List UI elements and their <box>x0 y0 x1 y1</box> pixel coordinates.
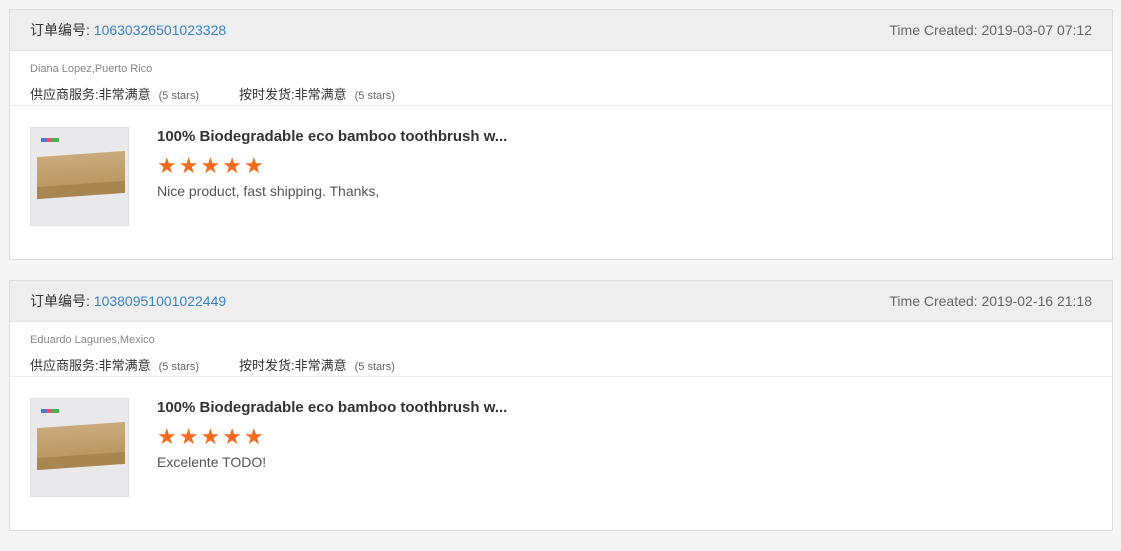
order-header: 订单编号: 10630326501023328 Time Created: 20… <box>10 10 1112 51</box>
product-thumbnail[interactable] <box>30 398 129 497</box>
review-text: Excelente TODO! <box>157 454 267 470</box>
seller-ratings: 供应商服务: 非常满意 (5 stars) 按时发货: 非常满意 (5 star… <box>30 84 1092 103</box>
star-icon: ★ <box>200 153 221 178</box>
supplier-service-stars: (5 stars) <box>158 361 199 373</box>
time-created: Time Created: 2019-02-16 21:18 <box>889 293 1092 309</box>
product-info: 100% Biodegradable eco bamboo toothbrush… <box>157 398 507 497</box>
shipping-stars: (5 stars) <box>354 90 395 102</box>
star-icon: ★ <box>178 153 199 178</box>
star-icon: ★ <box>200 424 221 449</box>
product-thumbnail[interactable] <box>30 127 129 226</box>
supplier-service-value: 非常满意 <box>98 358 151 373</box>
product-title[interactable]: 100% Biodegradable eco bamboo toothbrush… <box>157 399 507 416</box>
product-section: 100% Biodegradable eco bamboo toothbrush… <box>10 377 1112 518</box>
star-icon: ★ <box>157 424 177 449</box>
feedback-list: 订单编号: 10630326501023328 Time Created: 20… <box>9 9 1113 551</box>
review-text: Nice product, fast shipping. Thanks, <box>157 183 380 199</box>
brand-logo-icon <box>41 409 59 413</box>
supplier-service-value: 非常满意 <box>98 87 151 102</box>
order-number: 订单编号: 10380951001022449 <box>30 291 226 311</box>
shipping-label: 按时发货: <box>238 358 295 373</box>
product-title[interactable]: 100% Biodegradable eco bamboo toothbrush… <box>157 128 507 145</box>
supplier-service-label: 供应商服务: <box>30 87 99 102</box>
supplier-service-rating: 供应商服务: 非常满意 (5 stars) <box>30 355 199 374</box>
shipping-rating: 按时发货: 非常满意 (5 stars) <box>239 84 395 103</box>
buyer-section: Eduardo Lagunes,Mexico 供应商服务: 非常满意 (5 st… <box>10 322 1112 377</box>
star-icon: ★ <box>222 424 242 449</box>
supplier-service-stars: (5 stars) <box>158 90 199 102</box>
order-id-link[interactable]: 10380951001022449 <box>94 293 226 309</box>
order-label: 订单编号: <box>30 22 90 38</box>
star-rating: ★ ★ ★ ★ ★ <box>157 424 507 449</box>
shipping-stars: (5 stars) <box>354 361 395 373</box>
supplier-service-rating: 供应商服务: 非常满意 (5 stars) <box>30 84 199 103</box>
shipping-label: 按时发货: <box>238 87 295 102</box>
order-header: 订单编号: 10380951001022449 Time Created: 20… <box>10 281 1112 322</box>
supplier-service-label: 供应商服务: <box>30 358 99 373</box>
shipping-value: 非常满意 <box>294 358 347 373</box>
order-number: 订单编号: 10630326501023328 <box>30 20 226 40</box>
star-icon: ★ <box>243 153 264 178</box>
product-section: 100% Biodegradable eco bamboo toothbrush… <box>10 106 1112 247</box>
shipping-rating: 按时发货: 非常满意 (5 stars) <box>239 355 395 374</box>
star-icon: ★ <box>157 153 177 178</box>
shipping-value: 非常满意 <box>294 87 347 102</box>
order-id-link[interactable]: 10630326501023328 <box>94 22 226 38</box>
time-created: Time Created: 2019-03-07 07:12 <box>889 22 1092 38</box>
buyer-name-country: Diana Lopez,Puerto Rico <box>30 63 153 75</box>
order-label: 订单编号: <box>30 293 90 309</box>
star-icon: ★ <box>243 424 264 449</box>
buyer-section: Diana Lopez,Puerto Rico 供应商服务: 非常满意 (5 s… <box>10 51 1112 106</box>
brand-logo-icon <box>41 138 59 142</box>
order-card: 订单编号: 10630326501023328 Time Created: 20… <box>9 9 1113 260</box>
star-rating: ★ ★ ★ ★ ★ <box>157 153 507 178</box>
order-card: 订单编号: 10380951001022449 Time Created: 20… <box>9 280 1113 531</box>
star-icon: ★ <box>222 153 242 178</box>
buyer-name-country: Eduardo Lagunes,Mexico <box>30 334 155 346</box>
seller-ratings: 供应商服务: 非常满意 (5 stars) 按时发货: 非常满意 (5 star… <box>30 355 1092 374</box>
product-info: 100% Biodegradable eco bamboo toothbrush… <box>157 127 507 226</box>
star-icon: ★ <box>178 424 199 449</box>
